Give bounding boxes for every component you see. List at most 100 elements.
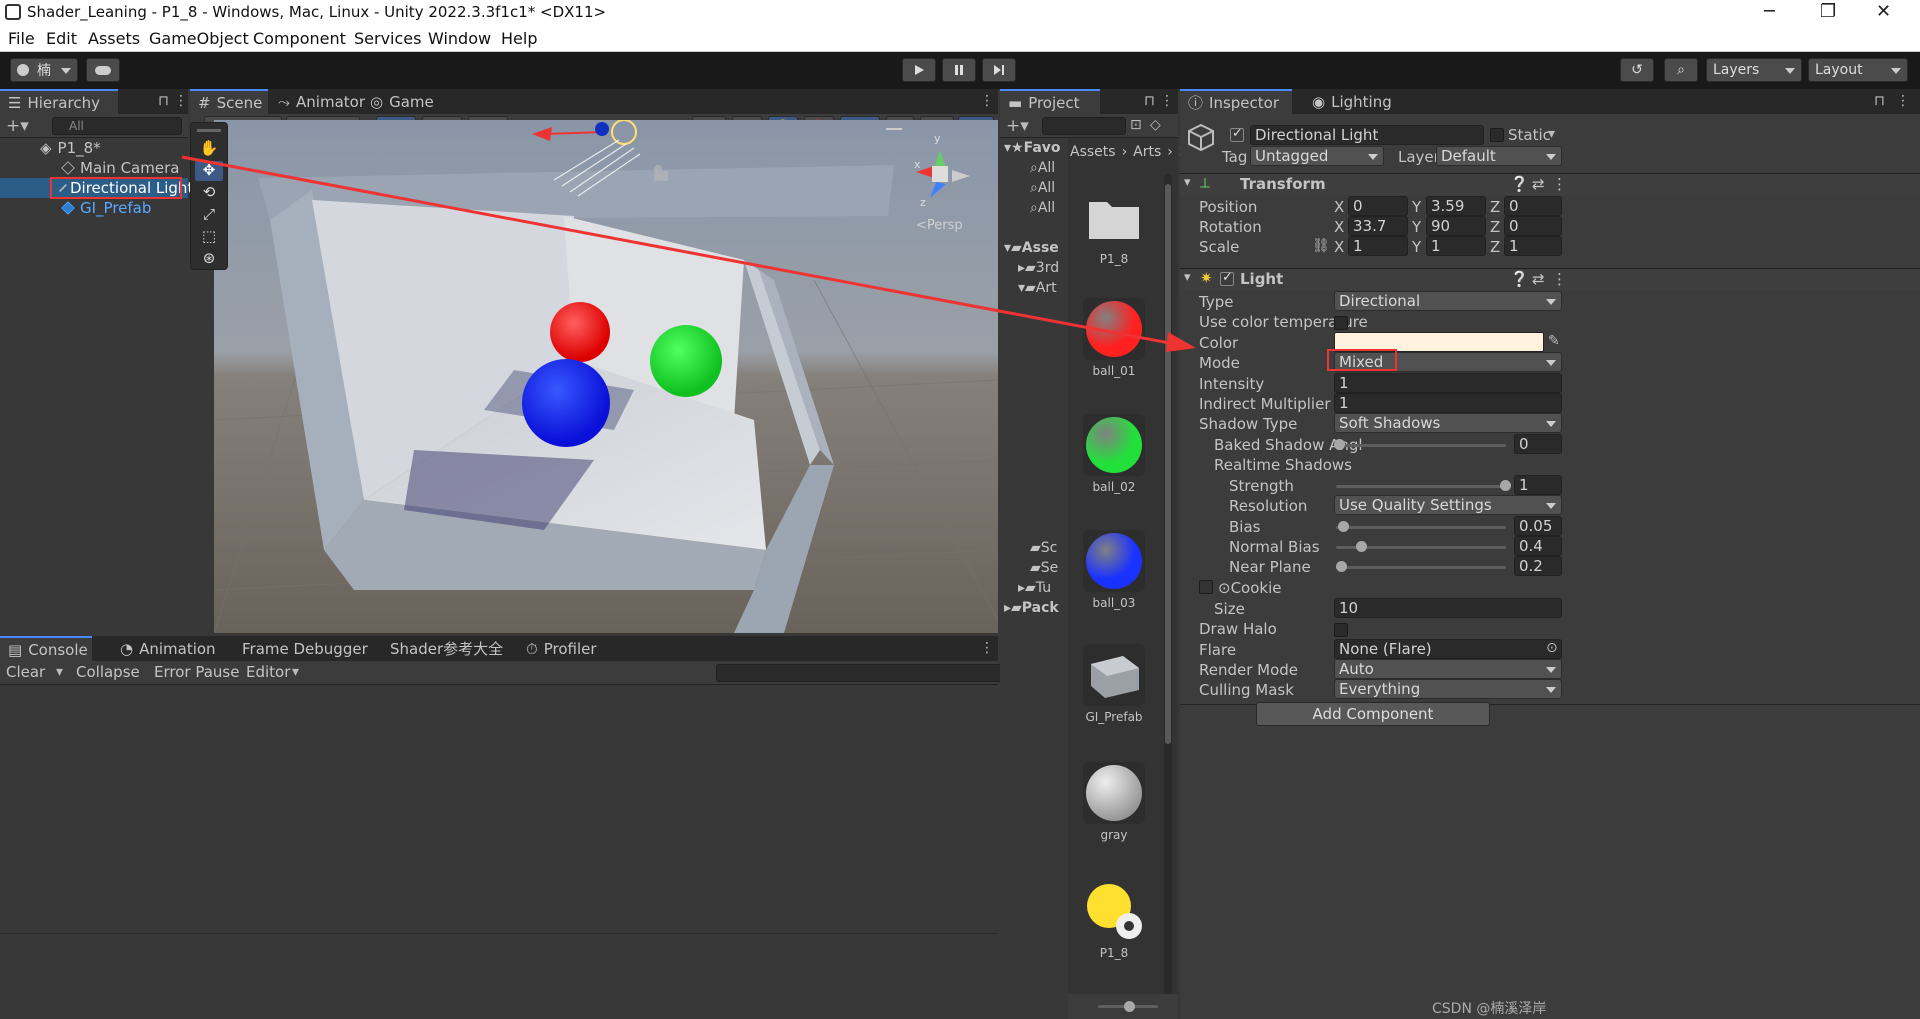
position-z-field[interactable]: 0 <box>1504 196 1562 216</box>
tab-scene[interactable]: # Scene <box>190 89 268 114</box>
more-menu-icon[interactable]: ⋮ <box>980 640 994 656</box>
bias-slider[interactable] <box>1336 526 1506 529</box>
static-checkbox[interactable] <box>1490 128 1504 142</box>
tab-frame-debugger[interactable]: Frame Debugger <box>234 636 376 661</box>
render-mode-dropdown[interactable]: Auto <box>1334 659 1562 679</box>
tree-item[interactable]: ▾▰ Art <box>1018 278 1057 298</box>
projection-label[interactable]: <Persp <box>916 218 963 233</box>
cloud-button[interactable] <box>86 58 120 82</box>
flare-object-field[interactable]: None (Flare) <box>1334 639 1562 659</box>
normal-bias-field[interactable]: 0.4 <box>1514 536 1562 556</box>
asset-item[interactable]: P1_8 <box>1080 880 1148 960</box>
play-button[interactable] <box>902 58 936 82</box>
scale-tool-button[interactable]: ⤢ <box>195 205 223 225</box>
hand-tool-button[interactable]: ✋ <box>195 139 223 159</box>
tree-item[interactable]: ▸▰ 3rd <box>1018 258 1059 278</box>
menu-component[interactable]: Component <box>253 29 346 48</box>
filter-label-icon[interactable]: ◇ <box>1150 117 1161 133</box>
red-sphere[interactable] <box>550 302 610 362</box>
tab-console[interactable]: ▤ Console <box>0 636 92 661</box>
transform-header[interactable]: ▾ ⟂ Transform ❔ ⇄ ⋮ <box>1180 173 1920 195</box>
tree-item[interactable]: ⌕ All <box>1030 158 1055 178</box>
tab-game[interactable]: ◎ Game <box>362 89 442 114</box>
light-enabled-checkbox[interactable]: ✓ <box>1220 270 1234 286</box>
pause-button[interactable] <box>942 58 976 82</box>
overlay-drag-handle[interactable] <box>197 129 221 132</box>
maximize-button[interactable]: ❐ <box>1820 1 1836 22</box>
slider-knob[interactable] <box>1334 439 1345 450</box>
project-search-input[interactable] <box>1042 117 1126 135</box>
collapse-button[interactable]: Collapse <box>76 663 140 681</box>
draw-halo-checkbox[interactable] <box>1334 623 1348 637</box>
scale-x-field[interactable]: 1 <box>1348 236 1408 256</box>
strength-slider[interactable] <box>1336 485 1506 488</box>
chevron-down-icon[interactable]: ▾ <box>292 664 299 680</box>
preset-icon[interactable]: ⇄ <box>1532 270 1545 288</box>
asset-item[interactable]: ball_01 <box>1080 298 1148 378</box>
asset-item[interactable]: ball_02 <box>1080 414 1148 494</box>
strength-field[interactable]: 1 <box>1514 475 1562 495</box>
tree-item[interactable]: ▰ Se <box>1030 558 1058 578</box>
light-type-dropdown[interactable]: Directional <box>1334 291 1562 311</box>
baked-shadow-angle-slider[interactable] <box>1336 444 1506 447</box>
tab-shader-reference[interactable]: Shader参考大全 <box>382 636 511 661</box>
rotate-tool-button[interactable]: ⟲ <box>195 183 223 203</box>
search-button[interactable]: ⌕ <box>1664 58 1698 82</box>
asset-item[interactable]: gray <box>1080 762 1148 842</box>
history-button[interactable]: ↺ <box>1620 58 1654 82</box>
drag-handle-icon[interactable] <box>886 128 902 130</box>
position-x-field[interactable]: 0 <box>1348 196 1408 216</box>
lock-icon[interactable]: ⊓ <box>1874 93 1885 109</box>
slider-knob[interactable] <box>1500 480 1511 491</box>
step-button[interactable] <box>982 58 1016 82</box>
breadcrumb-item[interactable]: Assets <box>1070 144 1116 160</box>
more-menu-icon[interactable]: ⋮ <box>980 93 994 109</box>
tab-lighting[interactable]: ◉ Lighting <box>1304 89 1400 114</box>
lock-icon[interactable]: ⊓ <box>158 93 169 109</box>
blue-sphere[interactable] <box>522 359 610 447</box>
rect-tool-button[interactable]: ⬚ <box>195 227 223 247</box>
menu-file[interactable]: File <box>8 29 35 48</box>
rotation-y-field[interactable]: 90 <box>1426 216 1486 236</box>
near-plane-slider[interactable] <box>1336 566 1506 569</box>
tab-animator[interactable]: ⤳ Animator <box>270 89 373 114</box>
clear-button[interactable]: Clear <box>6 663 45 681</box>
asset-item[interactable]: P1_8 <box>1080 186 1148 266</box>
add-icon[interactable]: +▾ <box>6 116 29 136</box>
position-y-field[interactable]: 3.59 <box>1426 196 1486 216</box>
menu-help[interactable]: Help <box>501 29 537 48</box>
minimize-button[interactable]: ─ <box>1764 1 1775 22</box>
close-button[interactable]: ✕ <box>1876 1 1891 22</box>
more-menu-icon[interactable]: ⋮ <box>1160 93 1174 109</box>
add-component-button[interactable]: Add Component <box>1256 702 1490 726</box>
intensity-field[interactable]: 1 <box>1334 373 1562 393</box>
tab-hierarchy[interactable]: ☰ Hierarchy <box>0 89 118 114</box>
transform-tool-button[interactable]: ⊛ <box>195 249 223 269</box>
asset-scrollbar[interactable] <box>1164 174 1172 1014</box>
rotation-z-field[interactable]: 0 <box>1504 216 1562 236</box>
tree-item[interactable]: ▸▰ Tu <box>1018 578 1051 598</box>
breadcrumb-item[interactable]: Arts <box>1133 144 1161 160</box>
tree-item[interactable]: ▰ Sc <box>1030 538 1057 558</box>
scale-z-field[interactable]: 1 <box>1504 236 1562 256</box>
asset-item[interactable]: ball_03 <box>1080 530 1148 610</box>
cookie-size-field[interactable]: 10 <box>1334 598 1562 618</box>
error-pause-button[interactable]: Error Pause <box>154 663 239 681</box>
layers-dropdown[interactable]: Layers <box>1706 58 1802 82</box>
scrollbar-thumb[interactable] <box>1165 184 1171 744</box>
shadow-type-dropdown[interactable]: Soft Shadows <box>1334 413 1562 433</box>
color-temperature-checkbox[interactable] <box>1334 316 1348 330</box>
tab-animation[interactable]: ◔ Animation <box>112 636 224 661</box>
account-dropdown[interactable]: 楠 <box>10 58 78 82</box>
tree-item[interactable]: ▸▰ Pack <box>1004 598 1059 618</box>
preset-icon[interactable]: ⇄ <box>1532 175 1545 193</box>
menu-edit[interactable]: Edit <box>46 29 77 48</box>
object-picker-icon[interactable]: ⊙ <box>1546 640 1558 656</box>
menu-assets[interactable]: Assets <box>88 29 140 48</box>
resolution-dropdown[interactable]: Use Quality Settings <box>1334 495 1562 515</box>
menu-window[interactable]: Window <box>428 29 491 48</box>
menu-gameobject[interactable]: GameObject <box>149 29 249 48</box>
scene-viewport[interactable]: y z x <Persp <box>214 120 998 633</box>
editor-dropdown[interactable]: Editor <box>246 663 290 681</box>
tab-project[interactable]: ▬ Project <box>1000 89 1100 114</box>
